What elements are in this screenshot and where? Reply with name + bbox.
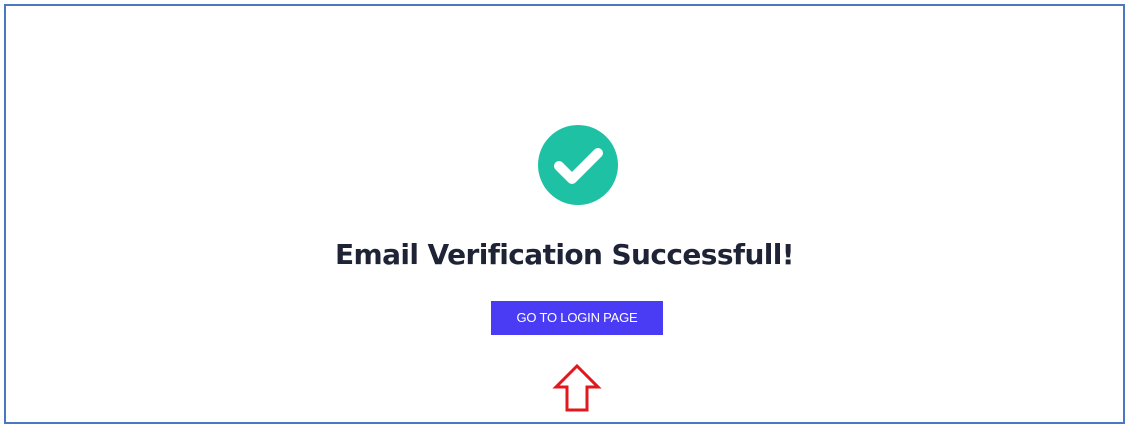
page-frame xyxy=(4,4,1125,424)
check-circle-icon xyxy=(538,125,618,205)
go-to-login-button[interactable]: GO TO LOGIN PAGE xyxy=(491,301,663,335)
up-arrow-icon xyxy=(552,363,602,412)
page-title: Email Verification Successfull! xyxy=(335,238,795,271)
